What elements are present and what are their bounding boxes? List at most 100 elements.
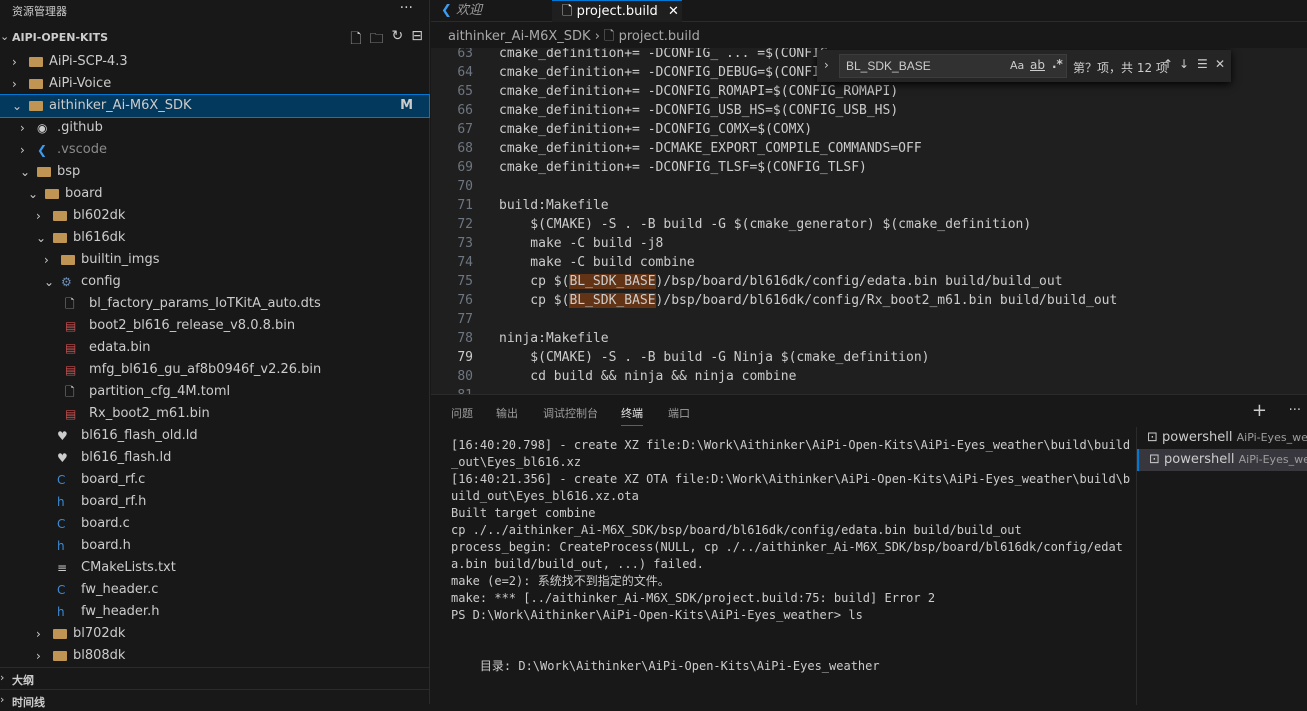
tree-item[interactable]: › AiPi-Voice — [0, 73, 429, 95]
chevron-right-icon[interactable]: › — [36, 205, 41, 227]
chevron-right-icon: › — [0, 693, 5, 706]
close-icon[interactable]: ✕ — [668, 4, 679, 19]
new-terminal-icon[interactable]: + — [1252, 400, 1267, 421]
previous-match-icon[interactable]: ↑ — [1163, 57, 1173, 71]
toggle-replace-icon[interactable]: › — [824, 58, 829, 72]
terminal-list: ⊡ powershell AiPi-Eyes_weather ⊡ powersh… — [1136, 427, 1307, 705]
chevron-right-icon[interactable]: › — [44, 249, 49, 271]
tree-item[interactable]: › ◉ .github — [0, 117, 429, 139]
more-actions-icon[interactable]: ··· — [400, 0, 413, 16]
tab-terminal[interactable]: 终端 — [621, 405, 643, 426]
tree-item[interactable]: ⌄ board — [0, 183, 429, 205]
tree-item[interactable]: h board_rf.h — [0, 491, 429, 513]
workspace-section-header[interactable]: ⌄ AIPI-OPEN-KITS 🗋 🗀 ↻ ⊟ — [0, 28, 429, 48]
find-result-count: 第？项，共 12 项 — [1073, 61, 1168, 75]
tree-item[interactable]: ▤ Rx_boot2_m61.bin — [0, 403, 429, 425]
tree-item[interactable]: ⌄ ⚙ config — [0, 271, 429, 293]
breadcrumb-file[interactable]: project.build — [619, 29, 700, 44]
tab-problems[interactable]: 问题 — [451, 405, 473, 421]
bin-icon: ▤ — [65, 341, 77, 355]
minimap[interactable] — [1247, 48, 1307, 394]
chevron-right-icon[interactable]: › — [20, 117, 25, 139]
timeline-section[interactable]: › 时间线 — [0, 689, 430, 711]
line-number: 81 — [431, 386, 473, 394]
chevron-down-icon[interactable]: ⌄ — [20, 161, 30, 183]
terminal-line: 目录: D:\Work\Aithinker\AiPi-Open-Kits\AiP… — [451, 659, 880, 673]
tree-item[interactable]: ♥ bl616_flash.ld — [0, 447, 429, 469]
bin-icon: ▤ — [65, 319, 77, 333]
tree-item[interactable]: 🗋 partition_cfg_4M.toml — [0, 381, 429, 403]
chevron-right-icon[interactable]: › — [12, 73, 17, 95]
terminal-output[interactable]: [16:40:20.798] - create XZ file:D:\Work\… — [451, 437, 1131, 675]
chevron-right-icon[interactable]: › — [36, 645, 41, 667]
tree-item[interactable]: ♥ bl616_flash_old.ld — [0, 425, 429, 447]
tree-item[interactable]: ⌄ aithinker_Ai-M6X_SDK M — [0, 94, 430, 118]
vscode-icon: ❮ — [37, 143, 48, 157]
tree-item[interactable]: ≡ CMakeLists.txt — [0, 557, 429, 579]
match-case-button[interactable]: Aa — [1010, 59, 1024, 72]
tree-item[interactable]: › bl702dk — [0, 623, 429, 645]
tree-item[interactable]: › ❮ .vscode — [0, 139, 429, 161]
tree-item[interactable]: › bl808dk — [0, 645, 429, 667]
tree-item[interactable]: › bl602dk — [0, 205, 429, 227]
breadcrumb: aithinker_Ai-M6X_SDK › 🗋 project.build — [448, 29, 700, 44]
chevron-right-icon[interactable]: › — [36, 623, 41, 645]
chevron-right-icon[interactable]: › — [20, 139, 25, 161]
line-number: 63 — [457, 48, 473, 61]
tree-item[interactable]: ▤ boot2_bl616_release_v8.0.8.bin — [0, 315, 429, 337]
ld-icon: ♥ — [57, 429, 68, 443]
line-number: 68 — [457, 141, 473, 156]
chevron-down-icon[interactable]: ⌄ — [12, 95, 22, 117]
tree-item[interactable]: h board.h — [0, 535, 429, 557]
tab-project-build[interactable]: 🗋 project.build ✕ — [552, 0, 682, 22]
terminal-session[interactable]: ⊡ powershell AiPi-Eyes_weather — [1137, 449, 1307, 471]
tab-debug-console[interactable]: 调试控制台 — [543, 405, 598, 421]
tab-output[interactable]: 输出 — [496, 405, 518, 421]
vscode-icon: ❮ — [441, 3, 452, 18]
tree-item[interactable]: ⌄ bl616dk — [0, 227, 429, 249]
close-find-icon[interactable]: ✕ — [1215, 57, 1225, 71]
tree-item[interactable]: Cfw_header.c — [0, 579, 429, 601]
tree-item[interactable]: › builtin_imgs — [0, 249, 429, 271]
regex-button[interactable]: .* — [1052, 57, 1063, 71]
bin-icon: ▤ — [65, 407, 77, 421]
tree-item[interactable]: ⌄ bsp — [0, 161, 429, 183]
tree-item[interactable]: h fw_header.h — [0, 601, 429, 623]
tree-item-label: fw_header.h — [81, 604, 160, 619]
tab-welcome[interactable]: ❮ 欢迎 — [431, 0, 551, 22]
tree-item[interactable]: ▤ edata.bin — [0, 337, 429, 359]
refresh-icon[interactable]: ↻ — [392, 28, 404, 52]
folder-icon — [61, 249, 75, 272]
tab-ports[interactable]: 端口 — [668, 405, 690, 421]
line-number: 69 — [457, 160, 473, 175]
tree-item[interactable]: ▤ mfg_bl616_gu_af8b0946f_v2.26.bin — [0, 359, 429, 381]
chevron-down-icon[interactable]: ⌄ — [28, 183, 38, 205]
code-text: $(CMAKE) -S . -B build -G $(cmake_genera… — [499, 217, 1032, 232]
more-icon[interactable]: ··· — [1289, 403, 1301, 418]
breadcrumb-folder[interactable]: aithinker_Ai-M6X_SDK — [448, 29, 591, 44]
tree-item[interactable]: Cboard_rf.c — [0, 469, 429, 491]
github-icon: ◉ — [37, 121, 48, 135]
tree-item[interactable]: › AiPi-SCP-4.3 — [0, 51, 429, 73]
terminal-line: PS D:\Work\Aithinker\AiPi-Open-Kits\AiPi… — [451, 608, 863, 622]
find-in-selection-icon[interactable]: ☰ — [1197, 57, 1208, 71]
new-folder-icon[interactable]: 🗀 — [370, 28, 384, 52]
terminal-session[interactable]: ⊡ powershell AiPi-Eyes_weather — [1137, 427, 1307, 449]
tree-item-label: builtin_imgs — [81, 252, 160, 267]
chevron-down-icon[interactable]: ⌄ — [44, 271, 54, 293]
folder-icon — [53, 645, 67, 668]
tree-item-label: board_rf.c — [81, 472, 146, 487]
new-file-icon[interactable]: 🗋 — [350, 28, 361, 52]
ld-icon: ♥ — [57, 451, 68, 465]
tree-item[interactable]: Cboard.c — [0, 513, 429, 535]
line-number: 74 — [457, 255, 473, 270]
chevron-right-icon[interactable]: › — [12, 51, 17, 73]
outline-section[interactable]: › 大纲 — [0, 667, 430, 689]
chevron-right-icon: › — [0, 671, 5, 684]
collapse-all-icon[interactable]: ⊟ — [411, 28, 423, 52]
code-editor[interactable]: 63 cmake_definition+= -DCONFIG_ ... =$(CO… — [431, 48, 1307, 394]
tree-item[interactable]: 🗋 bl_factory_params_IoTKitA_auto.dts — [0, 293, 429, 315]
next-match-icon[interactable]: ↓ — [1179, 57, 1189, 71]
chevron-down-icon[interactable]: ⌄ — [36, 227, 46, 249]
whole-word-button[interactable]: ab — [1030, 58, 1045, 72]
